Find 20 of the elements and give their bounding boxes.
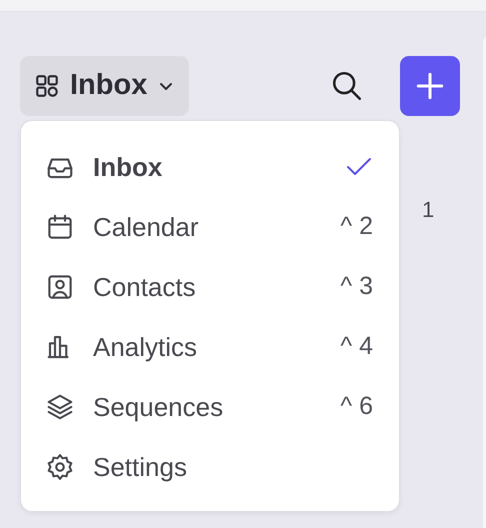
plus-icon — [416, 72, 444, 100]
menu-item[interactable]: Inbox — [45, 137, 373, 197]
menu-item[interactable]: Settings — [45, 437, 373, 497]
menu-item[interactable]: Sequences ^ 6 — [45, 377, 373, 437]
add-button[interactable] — [400, 56, 460, 116]
menu-item[interactable]: Contacts ^ 3 — [45, 257, 373, 317]
gear-icon — [45, 452, 75, 482]
shortcut-label: ^ 4 — [340, 331, 373, 362]
count-label: 1 — [422, 196, 434, 224]
check-icon — [345, 156, 373, 178]
menu-item[interactable]: Calendar ^ 2 — [45, 197, 373, 257]
search-button[interactable] — [330, 69, 364, 103]
grid-icon — [34, 73, 60, 99]
inbox-switcher[interactable]: Inbox — [20, 56, 190, 116]
shortcut-label: ^ 3 — [340, 271, 373, 302]
layers-icon — [45, 392, 75, 422]
shortcut-label: ^ 6 — [340, 391, 373, 422]
shortcut-label: ^ 2 — [340, 211, 373, 242]
menu-item[interactable]: Analytics ^ 4 — [45, 317, 373, 377]
search-icon — [330, 69, 364, 103]
